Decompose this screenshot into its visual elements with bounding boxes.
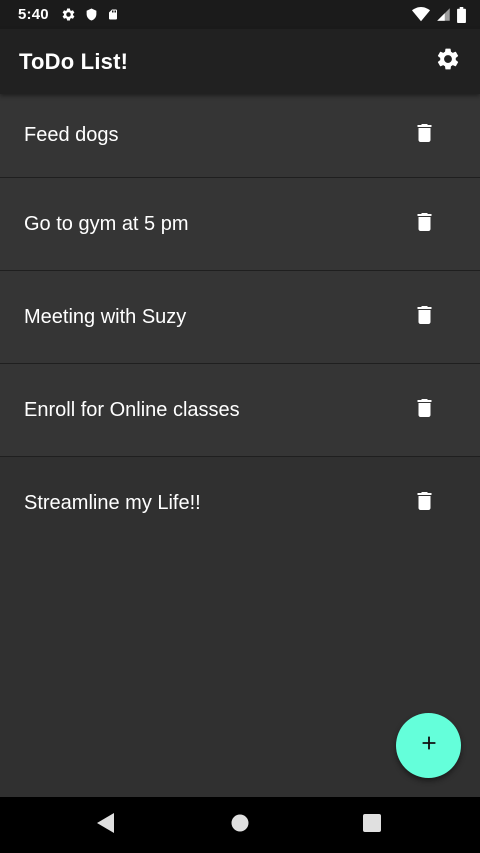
back-icon <box>97 812 115 838</box>
trash-icon <box>417 492 432 515</box>
trash-icon <box>417 124 432 147</box>
delete-button[interactable] <box>412 212 436 236</box>
signal-icon <box>436 7 451 22</box>
settings-button[interactable] <box>432 46 464 78</box>
delete-button[interactable] <box>412 492 436 516</box>
status-system-icons <box>412 6 466 23</box>
todo-text: Streamline my Life!! <box>24 492 201 514</box>
delete-button[interactable] <box>412 124 436 148</box>
trash-icon <box>417 305 432 329</box>
page-title: ToDo List! <box>19 48 129 74</box>
recents-button[interactable] <box>342 797 402 853</box>
add-todo-button[interactable] <box>396 713 461 778</box>
todo-item[interactable]: Meeting with Suzy <box>0 271 480 364</box>
todo-text: Enroll for Online classes <box>24 398 240 421</box>
status-bar: 5:40 <box>0 0 480 29</box>
trash-icon <box>417 398 432 422</box>
todo-text: Meeting with Suzy <box>24 305 187 328</box>
todo-item[interactable]: Enroll for Online classes <box>0 364 480 457</box>
gear-icon <box>61 7 76 22</box>
system-nav-bar <box>0 797 480 853</box>
plus-icon <box>418 732 440 759</box>
todo-item[interactable]: Go to gym at 5 pm <box>0 178 480 271</box>
todo-list: Feed dogs Go to gym at 5 pm Meeting with… <box>0 94 480 550</box>
status-time: 5:40 <box>18 6 49 23</box>
todo-item[interactable]: Streamline my Life!! <box>0 457 480 550</box>
back-button[interactable] <box>76 797 136 853</box>
app-bar: ToDo List! <box>0 29 480 94</box>
shield-icon <box>85 7 98 22</box>
delete-button[interactable] <box>412 398 436 422</box>
home-icon <box>231 814 249 837</box>
todo-text: Go to gym at 5 pm <box>24 212 189 235</box>
battery-icon <box>457 6 466 23</box>
todo-item[interactable]: Feed dogs <box>0 94 480 178</box>
delete-button[interactable] <box>412 305 436 329</box>
gear-icon <box>435 46 461 77</box>
status-notification-icons <box>61 7 119 22</box>
home-button[interactable] <box>210 797 270 853</box>
wifi-icon <box>412 7 430 22</box>
sd-card-icon <box>107 7 119 22</box>
recents-icon <box>363 813 381 837</box>
trash-icon <box>417 212 432 236</box>
todo-text: Feed dogs <box>24 124 119 146</box>
